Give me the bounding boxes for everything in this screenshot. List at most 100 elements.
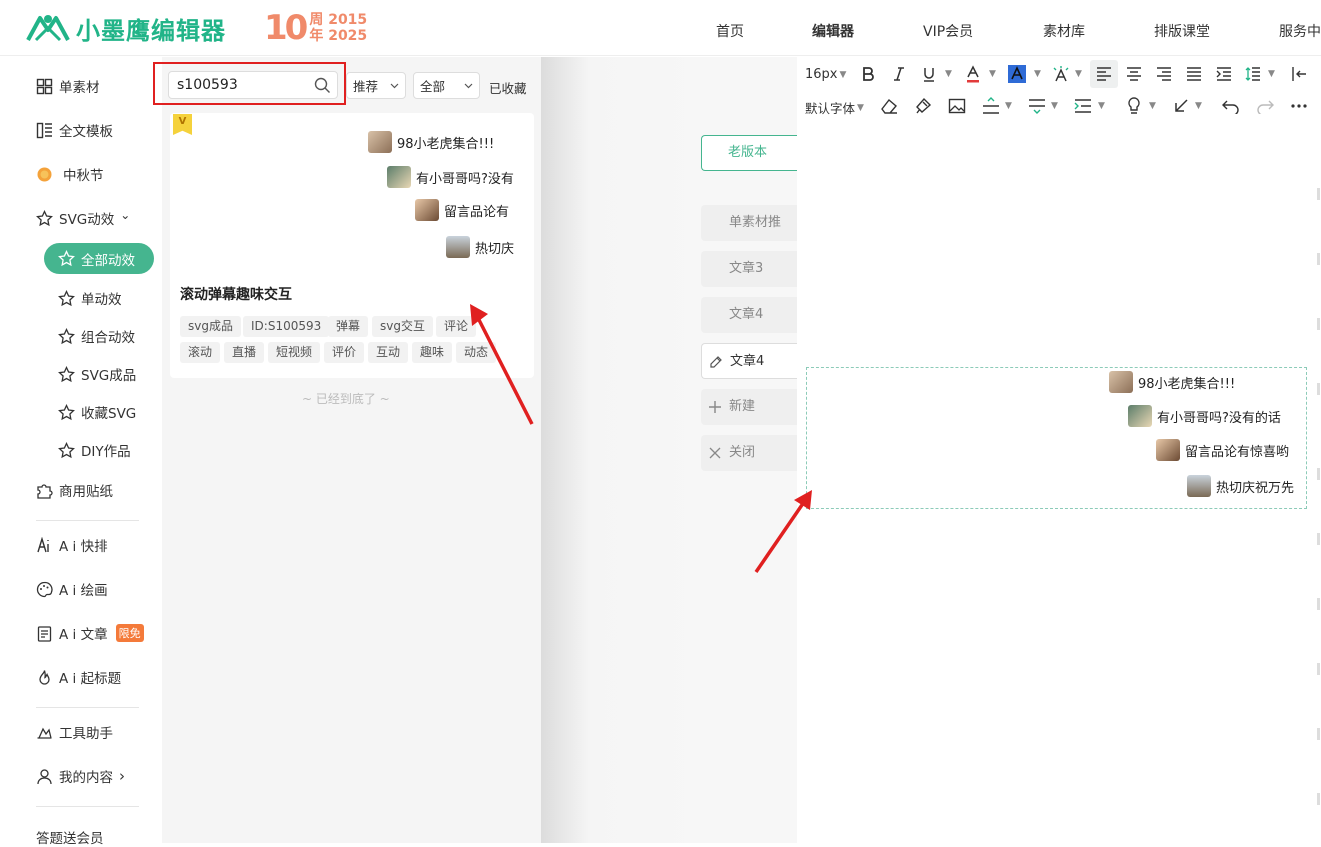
tag[interactable]: 互动 [368,342,409,363]
favorites-filter[interactable]: 已收藏 [489,78,527,97]
nav-service[interactable]: 服务中 [1279,21,1321,41]
font-size-select[interactable]: 16px ▼ [805,67,846,82]
star-icon [58,250,75,267]
sidebar-item-ai-layout[interactable]: A i 快排 [36,535,108,555]
new-article-button[interactable]: 新建 [701,389,797,425]
search-icon[interactable] [314,77,331,94]
highlight-color-icon[interactable] [1008,65,1026,83]
search-input[interactable] [168,71,338,99]
sidebar-item-svg[interactable]: SVG动效 ⌄ [36,208,130,228]
text-effect-icon[interactable] [1052,65,1070,83]
more-icon[interactable] [1290,103,1308,109]
sidebar-item-label: SVG成品 [81,368,137,384]
undo-icon[interactable] [1222,98,1240,114]
indent-icon[interactable] [1216,66,1232,82]
tag[interactable]: 评价 [324,342,365,363]
chevron-down-icon[interactable]: ▼ [1098,101,1105,111]
nav-course[interactable]: 排版课堂 [1154,21,1210,41]
sidebar-sub-fav-svg[interactable]: 收藏SVG [58,402,136,422]
chevron-down-icon[interactable]: ▼ [1268,69,1275,79]
avatar [415,199,439,221]
article-tab[interactable]: 单素材推 [701,205,797,241]
scroll-marker [1317,468,1320,480]
tag[interactable]: 直播 [224,342,265,363]
chevron-down-icon[interactable]: ▼ [1034,69,1041,79]
sidebar-item-label: A i 绘画 [59,583,108,599]
sidebar-item-ai-title[interactable]: A i 起标题 [36,667,121,687]
article-tab[interactable]: 文章4 [701,297,797,333]
tag[interactable]: 滚动 [180,342,221,363]
indent-spacing-icon[interactable] [1074,97,1092,115]
avatar [446,236,470,258]
chevron-down-icon[interactable]: ▼ [989,69,996,79]
chevron-down-icon[interactable]: ▼ [1195,101,1202,111]
image-icon[interactable] [948,97,966,115]
sidebar-item-sticker[interactable]: 商用贴纸 [36,480,113,500]
chevron-down-icon[interactable]: ▼ [945,69,952,79]
tag[interactable]: 弹幕 [328,316,369,337]
line-height-icon[interactable] [1245,66,1261,82]
format-brush-icon[interactable] [914,97,932,115]
letter-spacing-icon[interactable] [1028,97,1046,115]
arrow-down-left-icon[interactable] [1172,97,1190,115]
sidebar-item-tools[interactable]: 工具助手 [36,722,113,742]
sidebar-divider [36,520,139,521]
align-justify-icon[interactable] [1186,66,1202,82]
article-tab[interactable]: 文章3 [701,251,797,287]
sidebar-sub-diy[interactable]: DIY作品 [58,440,131,460]
sidebar-item-ai-article[interactable]: A i 文章 限免 [36,623,144,643]
bold-icon[interactable] [860,66,876,82]
sidebar-sub-all-animations[interactable]: 全部动效 [44,243,154,274]
scope-dropdown[interactable]: 全部 [413,72,480,99]
tag[interactable]: svg成品 [180,316,241,337]
chevron-down-icon [464,83,473,88]
tag[interactable]: svg交互 [372,316,433,337]
scroll-marker [1317,318,1320,330]
sidebar-sub-single[interactable]: 单动效 [58,288,122,308]
end-of-list-note: ~ 已经到底了 ~ [302,392,390,406]
sidebar-sub-combo[interactable]: 组合动效 [58,326,135,346]
chevron-down-icon[interactable]: ▼ [1051,101,1058,111]
font-family-select[interactable]: 默认字体 ▼ [805,98,864,117]
sidebar-sub-svg-product[interactable]: SVG成品 [58,364,136,384]
align-right-icon[interactable] [1156,66,1172,82]
paragraph-spacing-icon[interactable] [982,97,1000,115]
article-tab-active[interactable]: 文章4 [701,343,797,379]
italic-icon[interactable] [891,66,907,82]
tag[interactable]: 短视频 [268,342,321,363]
sidebar-item-my-content[interactable]: 我的内容 › [36,766,125,786]
annotation-arrow-icon [470,304,534,425]
tag[interactable]: 趣味 [412,342,453,363]
close-label: 关闭 [729,445,756,460]
nav-home[interactable]: 首页 [716,21,744,41]
nav-vip[interactable]: VIP会员 [923,21,973,41]
tag[interactable]: ID:S100593 [243,316,330,337]
redo-icon[interactable] [1256,98,1274,114]
align-center-icon[interactable] [1126,66,1142,82]
font-color-icon[interactable] [965,65,981,83]
close-article-button[interactable]: 关闭 [701,435,797,471]
bulb-icon[interactable] [1125,97,1143,115]
chevron-down-icon[interactable]: ▼ [1149,101,1156,111]
nav-material[interactable]: 素材库 [1043,21,1085,41]
sort-dropdown[interactable]: 推荐 [346,72,406,99]
sidebar-item-label: A i 快排 [59,539,108,555]
sidebar-item-label: 答题送会员 [36,831,104,847]
sidebar-item-quiz[interactable]: 答题送会员 [36,827,104,847]
eraser-icon[interactable] [880,97,898,115]
align-left-icon[interactable] [1096,66,1112,82]
sidebar-item-template[interactable]: 全文模板 [36,120,113,140]
sidebar-item-single[interactable]: 单素材 [36,76,100,96]
exit-icon[interactable] [1291,66,1307,82]
sidebar-item-ai-paint[interactable]: A i 绘画 [36,579,108,599]
chevron-down-icon[interactable]: ▼ [1005,101,1012,111]
sidebar-item-label: A i 文章 [59,627,108,643]
sidebar-item-midautumn[interactable]: 中秋节 [36,164,104,184]
chevron-down-icon[interactable]: ▼ [1075,69,1082,79]
anniversary-end: 年 2025 [309,28,368,44]
nav-editor[interactable]: 编辑器 [812,21,854,41]
old-version-button[interactable]: 老版本 [701,135,797,171]
logo[interactable]: 小墨鹰编辑器 [26,10,226,46]
underline-icon[interactable] [921,66,937,82]
fire-icon [39,669,50,685]
